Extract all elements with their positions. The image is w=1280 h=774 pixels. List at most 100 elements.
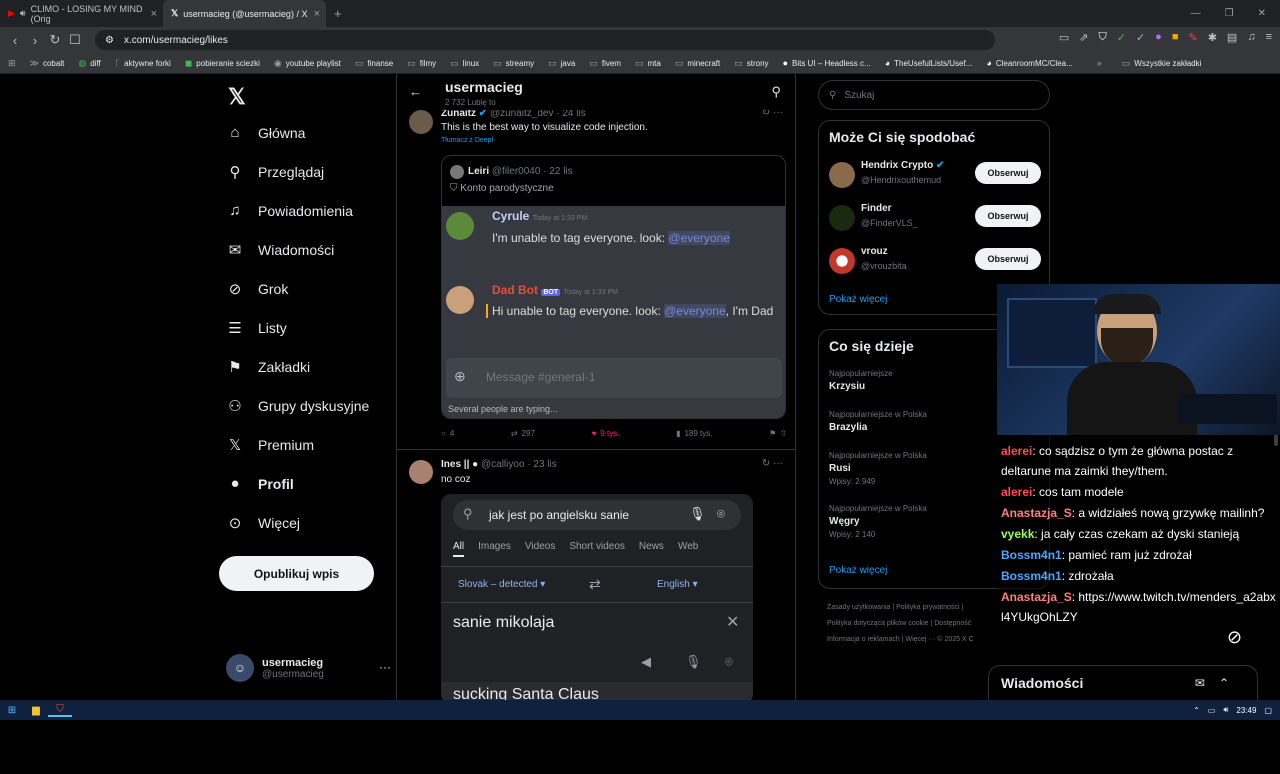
- more-bookmarks-icon[interactable]: »: [1097, 58, 1102, 68]
- bookmark-usefullists[interactable]: ◕ TheUsefulLists/Usef...: [885, 58, 973, 68]
- nav-profile[interactable]: ● Profil: [226, 475, 293, 492]
- account-switcher[interactable]: ☺ usermacieg @usermacieg ···: [226, 654, 391, 682]
- search-icon[interactable]: ⚲: [771, 84, 781, 100]
- windows-start-icon[interactable]: ⊞: [0, 705, 24, 716]
- bookmark-cobalt[interactable]: ≫ cobalt: [30, 58, 65, 69]
- trend-item[interactable]: Najpopularniejsze Krzysiu: [829, 369, 893, 392]
- nav-explore[interactable]: ⚲ Przeglądaj: [226, 163, 325, 181]
- close-window-icon[interactable]: ✕: [1258, 8, 1266, 19]
- bookmark-folder-java[interactable]: ▭ java: [548, 58, 575, 69]
- bookmark-folder-fivem[interactable]: ▭ fivem: [589, 58, 621, 69]
- grok-icon[interactable]: ⊘: [1227, 627, 1242, 647]
- follow-button[interactable]: Obserwuj: [975, 248, 1041, 270]
- suggested-user[interactable]: Hendrix Crypto ✔ @Hendrixouthemud Obserw…: [829, 160, 1041, 190]
- bookmark-folder-minecraft[interactable]: ▭ minecraft: [675, 58, 720, 69]
- nav-home[interactable]: ⌂ Główna: [226, 124, 305, 141]
- search-input[interactable]: ⚲ Szukaj: [818, 80, 1050, 110]
- tweet[interactable]: Ines || ● @calliyoo · 23 lis ↻ ··· no co…: [397, 450, 795, 700]
- bookmark-button[interactable]: ⚑ ⇧: [769, 429, 787, 438]
- trend-item[interactable]: Najpopularniejsze w Polska Brazylia: [829, 410, 927, 433]
- bookmark-folder-streamy[interactable]: ▭ streamy: [493, 58, 534, 69]
- restore-icon[interactable]: ❐: [1225, 8, 1234, 19]
- messages-drawer[interactable]: Wiadomości ✉⌃: [988, 665, 1258, 700]
- nav-grok[interactable]: ⊘ Grok: [226, 280, 289, 298]
- minimize-icon[interactable]: —: [1191, 8, 1201, 19]
- suggested-user[interactable]: vrouz @vrouzbita Obserwuj: [829, 246, 1041, 276]
- compose-message-icon[interactable]: ✉⌃: [1195, 676, 1243, 690]
- media-icon[interactable]: ♫: [1247, 31, 1255, 44]
- suggested-user[interactable]: Finder @FinderVLS_ Obserwuj: [829, 203, 1041, 233]
- more-dots-icon[interactable]: ···: [379, 660, 391, 674]
- all-bookmarks[interactable]: ▭ Wszystkie zakładki: [1122, 58, 1202, 69]
- file-explorer-icon[interactable]: ▆: [24, 705, 48, 716]
- quoted-tweet[interactable]: Leiri @filer0040 · 22 lis ⛉ Konto parody…: [441, 155, 786, 419]
- x-logo-icon[interactable]: 𝕏: [228, 84, 246, 110]
- tab-youtube[interactable]: ▶ 🔊︎ CLIMO - LOSING MY MIND (Orig ×: [0, 0, 163, 27]
- nav-notifications[interactable]: ♫ Powiadomienia: [226, 202, 353, 219]
- bookmark-folder-linux[interactable]: ▭ linux: [450, 58, 479, 69]
- nav-lists[interactable]: ☰ Listy: [226, 319, 287, 337]
- tab-x-profile[interactable]: 𝕏 usermacieg (@usermacieg) / X ×: [163, 0, 326, 27]
- vpn-icon[interactable]: ✓: [1136, 31, 1145, 44]
- brave-icon[interactable]: ⛉: [48, 704, 72, 717]
- share-icon[interactable]: ⇗: [1079, 31, 1088, 44]
- address-bar[interactable]: ⚙ x.com/usermacieg/likes: [95, 30, 995, 50]
- trend-item[interactable]: Najpopularniejsze w Polska Węgry Wpisy: 2 …: [829, 504, 927, 539]
- bookmark-aktywne-forki[interactable]: ᚴ aktywne forki: [115, 58, 171, 68]
- clock[interactable]: 23:49: [1236, 706, 1256, 715]
- bookmark-folder-finanse[interactable]: ▭ finanse: [355, 58, 393, 69]
- follow-button[interactable]: Obserwuj: [975, 162, 1041, 184]
- reply-button[interactable]: ○ 4: [441, 429, 454, 438]
- site-info-icon[interactable]: ⚙: [105, 35, 114, 46]
- reload-icon[interactable]: ↻: [45, 32, 65, 48]
- bookmark-folder-strony[interactable]: ▭ strony: [734, 58, 768, 69]
- post-button[interactable]: Opublikuj wpis: [219, 556, 374, 591]
- sidebar-icon[interactable]: ▤: [1227, 31, 1237, 44]
- follow-button[interactable]: Obserwuj: [975, 205, 1041, 227]
- volume-icon[interactable]: 🔊︎: [1223, 705, 1228, 715]
- extension-orange-icon[interactable]: ■: [1172, 31, 1179, 44]
- nav-premium[interactable]: 𝕏 Premium: [226, 436, 314, 454]
- repost-button[interactable]: ⇄ 297: [511, 429, 535, 438]
- nav-more[interactable]: ⊙ Więcej: [226, 514, 300, 532]
- network-icon[interactable]: ▭: [1208, 706, 1216, 715]
- avatar[interactable]: [409, 460, 433, 484]
- nav-messages[interactable]: ✉ Wiadomości: [226, 241, 335, 259]
- forward-icon[interactable]: ›: [25, 33, 45, 48]
- extensions-icon[interactable]: ✱: [1208, 31, 1217, 44]
- bookmark-pobieranie[interactable]: ◼ pobieranie sciezki: [185, 58, 260, 69]
- bookmark-folder-mta[interactable]: ▭ mta: [635, 58, 661, 69]
- new-tab-button[interactable]: +: [326, 6, 350, 21]
- brave-shield-icon[interactable]: ⛉: [1098, 31, 1106, 44]
- tweet-author[interactable]: Ines || ● @calliyoo · 23 lis: [441, 459, 557, 470]
- back-icon[interactable]: ‹: [5, 33, 25, 48]
- bookmark-page-icon[interactable]: ☐: [65, 32, 85, 48]
- chevron-up-icon[interactable]: ⌃: [1193, 706, 1200, 715]
- extension-purple-icon[interactable]: ●: [1155, 31, 1162, 44]
- nav-bookmarks[interactable]: ⚑ Zakładki: [226, 358, 310, 376]
- apps-icon[interactable]: ⊞: [8, 58, 16, 69]
- bookmark-diff[interactable]: ◍ diff: [78, 58, 100, 69]
- menu-icon[interactable]: ≡: [1266, 31, 1272, 44]
- bookmark-cleanroom[interactable]: ◕ CleanroomMC/Clea...: [986, 58, 1072, 68]
- show-more-link[interactable]: Pokaż więcej: [829, 294, 887, 305]
- notification-icon[interactable]: ▢: [1264, 706, 1272, 715]
- more-dots-icon[interactable]: ↻ ···: [762, 458, 783, 469]
- translate-link[interactable]: Tłumacz z Deepl: [441, 137, 493, 144]
- nav-communities[interactable]: ⚇ Grupy dyskusyjne: [226, 397, 369, 415]
- trend-item[interactable]: Najpopularniejsze w Polska Rusi Wpisy: 2 9…: [829, 451, 927, 486]
- bookmark-bits-ui[interactable]: ● Bits UI – Headless c...: [783, 58, 871, 68]
- close-tab-icon[interactable]: ×: [314, 8, 320, 20]
- views-button[interactable]: ▮ 189 tys.: [676, 429, 712, 438]
- back-arrow-icon[interactable]: ←: [409, 84, 422, 99]
- bookmark-folder-filmy[interactable]: ▭ filmy: [407, 58, 436, 69]
- check-icon[interactable]: ✓: [1117, 31, 1126, 44]
- close-tab-icon[interactable]: ×: [151, 8, 157, 20]
- like-button[interactable]: ♥ 9 tys.: [592, 429, 620, 438]
- extension-red-icon[interactable]: ✎: [1188, 31, 1197, 44]
- tweet[interactable]: Zunaitz ✔ @zunaitz_dev · 24 lis ↻ ··· Th…: [397, 74, 795, 452]
- install-icon[interactable]: ▭: [1059, 31, 1069, 44]
- show-more-link[interactable]: Pokaż więcej: [829, 565, 887, 576]
- bookmark-youtube-playlist[interactable]: ◉ youtube playlist: [274, 58, 341, 69]
- avatar[interactable]: [409, 110, 433, 134]
